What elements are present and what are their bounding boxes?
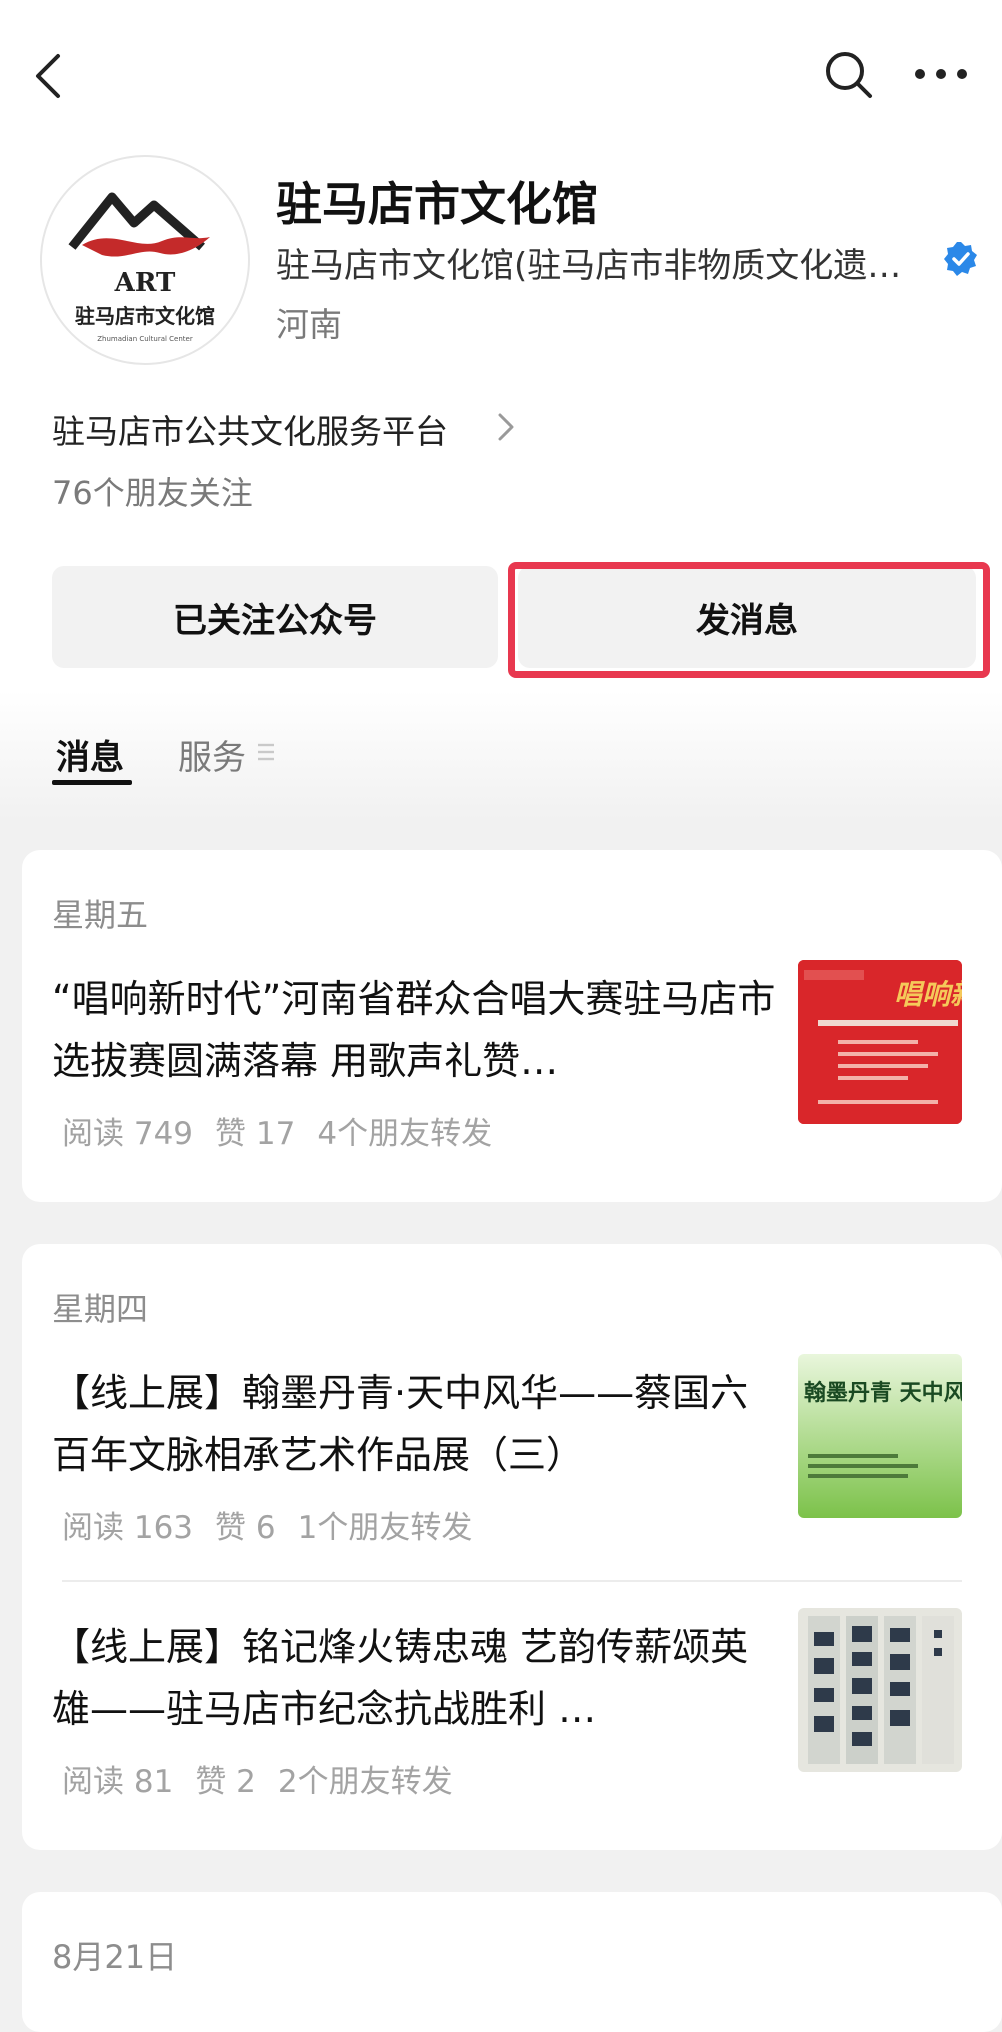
- more-dots-icon: [915, 69, 967, 79]
- tab-messages[interactable]: 消息: [56, 730, 124, 779]
- logo-text-english: Zhumadian Cultural Center: [97, 335, 193, 343]
- back-button[interactable]: [30, 48, 70, 104]
- friends-following-count: 76个朋友关注: [52, 474, 253, 512]
- menu-lines-icon: [258, 743, 274, 761]
- account-name: 驻马店市文化馆: [276, 177, 598, 231]
- group-day-label: 星期四: [52, 1290, 149, 1328]
- article-reads: 阅读 749: [62, 1116, 194, 1152]
- chevron-right-icon: [498, 413, 514, 441]
- article-item[interactable]: 【线上展】铭记烽火铸忠魂 艺韵传薪颂英雄——驻马店市纪念抗战胜利 … 阅读 81…: [22, 1608, 1002, 1800]
- article-shares: 4个朋友转发: [317, 1116, 493, 1152]
- search-icon: [826, 52, 872, 98]
- thumb-text: 唱响新: [894, 978, 962, 1011]
- more-button[interactable]: [906, 52, 976, 96]
- article-likes: 赞 2: [195, 1764, 256, 1800]
- account-subtitle[interactable]: 驻马店市文化馆(驻马店市非物质文化遗…: [276, 238, 901, 287]
- service-platform-link[interactable]: 驻马店市公共文化服务平台: [52, 405, 448, 453]
- search-button[interactable]: [820, 46, 878, 104]
- article-likes: 赞 17: [215, 1116, 296, 1152]
- logo-text-name: 驻马店市文化馆: [75, 304, 215, 328]
- article-thumbnail: [798, 1608, 962, 1772]
- article-thumbnail: 唱响新: [798, 960, 962, 1124]
- article-stats: 阅读 749 赞 17 4个朋友转发: [62, 1108, 514, 1153]
- article-title: “唱响新时代”河南省群众合唱大赛驻马店市选拔赛圆满落幕 用歌声礼赞…: [52, 977, 776, 1083]
- article-item[interactable]: 【线上展】翰墨丹青·天中风华——蔡国六百年文脉相承艺术作品展（三） 阅读 163…: [22, 1354, 1002, 1546]
- message-group-card: 8月21日: [22, 1892, 1002, 2032]
- logo-text-art: ART: [114, 268, 176, 298]
- chevron-left-icon: [36, 54, 60, 98]
- thumb-text: 翰墨丹青 天中风华: [804, 1380, 962, 1406]
- group-day-label: 星期五: [52, 896, 149, 934]
- tab-active-indicator: [52, 780, 132, 785]
- article-title: 【线上展】铭记烽火铸忠魂 艺韵传薪颂英雄——驻马店市纪念抗战胜利 …: [52, 1625, 749, 1731]
- article-reads: 阅读 163: [62, 1510, 194, 1546]
- article-stats: 阅读 163 赞 6 1个朋友转发: [62, 1502, 494, 1547]
- followed-account-button[interactable]: 已关注公众号: [52, 566, 498, 668]
- divider: [62, 1580, 962, 1582]
- account-logo[interactable]: ART 驻马店市文化馆 Zhumadian Cultural Center: [40, 155, 250, 365]
- message-group-card: 星期四 【线上展】翰墨丹青·天中风华——蔡国六百年文脉相承艺术作品展（三） 阅读…: [22, 1244, 1002, 1850]
- message-group-card: 星期五 “唱响新时代”河南省群众合唱大赛驻马店市选拔赛圆满落幕 用歌声礼赞… 阅…: [22, 850, 1002, 1202]
- article-thumbnail: 翰墨丹青 天中风华: [798, 1354, 962, 1518]
- tab-services[interactable]: 服务: [178, 730, 246, 779]
- article-title: 【线上展】翰墨丹青·天中风华——蔡国六百年文脉相承艺术作品展（三）: [52, 1371, 749, 1477]
- article-stats: 阅读 81 赞 2 2个朋友转发: [62, 1756, 475, 1801]
- article-shares: 1个朋友转发: [297, 1510, 473, 1546]
- account-region: 河南: [276, 305, 342, 344]
- article-shares: 2个朋友转发: [277, 1764, 453, 1800]
- article-reads: 阅读 81: [62, 1764, 174, 1800]
- group-day-label: 8月21日: [52, 1938, 178, 1976]
- article-item[interactable]: “唱响新时代”河南省群众合唱大赛驻马店市选拔赛圆满落幕 用歌声礼赞… 阅读 74…: [22, 960, 1002, 1152]
- send-message-button[interactable]: 发消息: [518, 566, 976, 668]
- article-likes: 赞 6: [215, 1510, 276, 1546]
- verified-badge-icon: [942, 240, 980, 278]
